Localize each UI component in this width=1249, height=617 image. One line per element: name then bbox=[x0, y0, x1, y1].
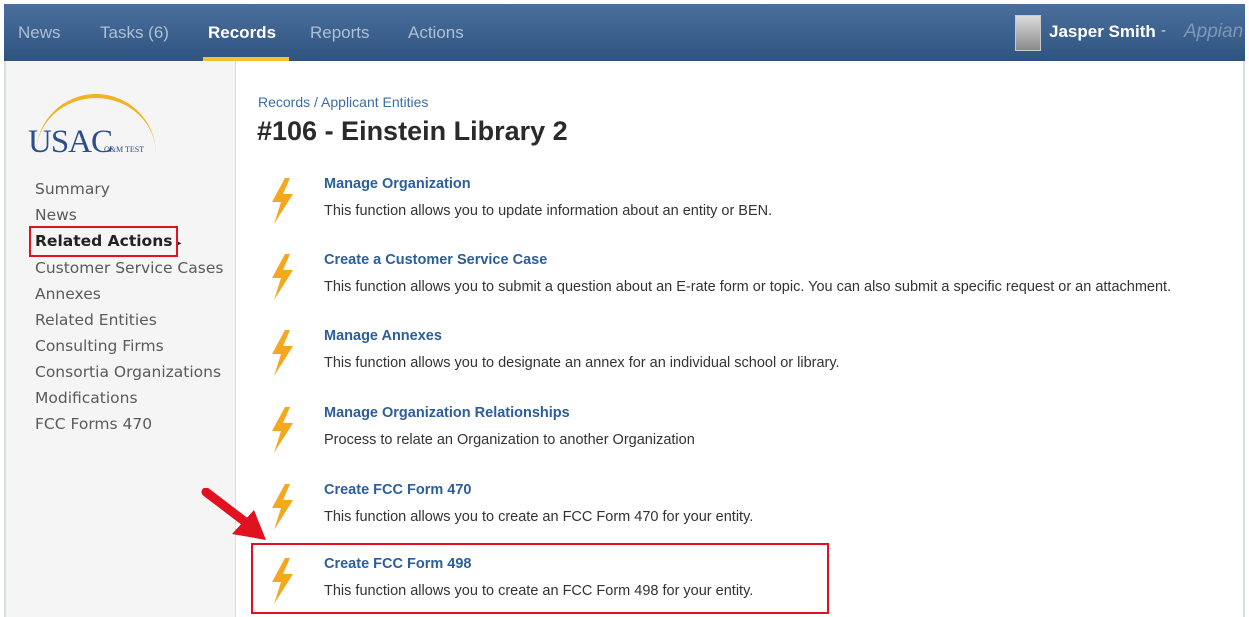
action-manage-organization-relationships[interactable]: Manage Organization Relationships Proces… bbox=[262, 405, 1202, 465]
action-description: This function allows you to designate an… bbox=[324, 355, 840, 371]
sidebar-item-news[interactable]: News bbox=[35, 206, 77, 224]
action-create-fcc-form-470[interactable]: Create FCC Form 470 This function allows… bbox=[262, 482, 1202, 542]
lightning-bolt-icon bbox=[272, 407, 293, 453]
action-description: This function allows you to create an FC… bbox=[324, 509, 754, 525]
sidebar-item-customer-service-cases[interactable]: Customer Service Cases bbox=[35, 259, 223, 277]
logo-text: USAC bbox=[28, 124, 113, 160]
nav-reports[interactable]: Reports bbox=[310, 23, 370, 43]
create-fcc-form-498-highlight bbox=[251, 543, 829, 614]
action-manage-organization[interactable]: Manage Organization This function allows… bbox=[262, 176, 1202, 236]
top-nav-bar: News Tasks (6) Records Reports Actions J… bbox=[4, 4, 1245, 61]
logo-subtext: O&M TEST bbox=[104, 145, 145, 154]
action-description: Process to relate an Organization to ano… bbox=[324, 432, 695, 448]
sidebar-item-consortia-organizations[interactable]: Consortia Organizations bbox=[35, 363, 221, 381]
lightning-bolt-icon bbox=[272, 178, 293, 224]
action-title[interactable]: Create a Customer Service Case bbox=[324, 252, 547, 268]
nav-news[interactable]: News bbox=[18, 23, 61, 43]
usac-logo: USAC O&M TEST bbox=[28, 88, 168, 160]
sidebar-item-annexes[interactable]: Annexes bbox=[35, 285, 101, 303]
action-title[interactable]: Manage Annexes bbox=[324, 328, 442, 344]
lightning-bolt-icon bbox=[272, 254, 293, 300]
sidebar-item-fcc-forms-470[interactable]: FCC Forms 470 bbox=[35, 415, 152, 433]
lightning-bolt-icon bbox=[272, 484, 293, 530]
nav-actions[interactable]: Actions bbox=[408, 23, 464, 43]
brand-logo: Appian bbox=[1184, 21, 1244, 42]
action-manage-annexes[interactable]: Manage Annexes This function allows you … bbox=[262, 328, 1202, 388]
action-description: This function allows you to update infor… bbox=[324, 203, 773, 219]
sidebar-item-consulting-firms[interactable]: Consulting Firms bbox=[35, 337, 164, 355]
user-name[interactable]: Jasper Smith bbox=[1049, 22, 1156, 42]
lightning-bolt-icon bbox=[272, 330, 293, 376]
sidebar-item-related-entities[interactable]: Related Entities bbox=[35, 311, 157, 329]
action-title[interactable]: Manage Organization Relationships bbox=[324, 405, 570, 421]
avatar[interactable] bbox=[1015, 15, 1041, 51]
action-title[interactable]: Create FCC Form 470 bbox=[324, 482, 471, 498]
sidebar-item-modifications[interactable]: Modifications bbox=[35, 389, 138, 407]
sidebar-item-summary[interactable]: Summary bbox=[35, 180, 110, 198]
related-actions-highlight bbox=[29, 226, 178, 257]
breadcrumb[interactable]: Records / Applicant Entities bbox=[258, 94, 428, 110]
page-title: #106 - Einstein Library 2 bbox=[257, 116, 568, 146]
action-create-customer-service-case[interactable]: Create a Customer Service Case This func… bbox=[262, 252, 1202, 312]
red-arrow-icon bbox=[201, 488, 266, 540]
nav-tasks[interactable]: Tasks (6) bbox=[100, 23, 169, 43]
action-title[interactable]: Manage Organization bbox=[324, 176, 471, 192]
action-description: This function allows you to submit a que… bbox=[324, 279, 1172, 295]
nav-records[interactable]: Records bbox=[208, 23, 276, 43]
user-menu-caret-icon[interactable]: - bbox=[1161, 22, 1166, 39]
